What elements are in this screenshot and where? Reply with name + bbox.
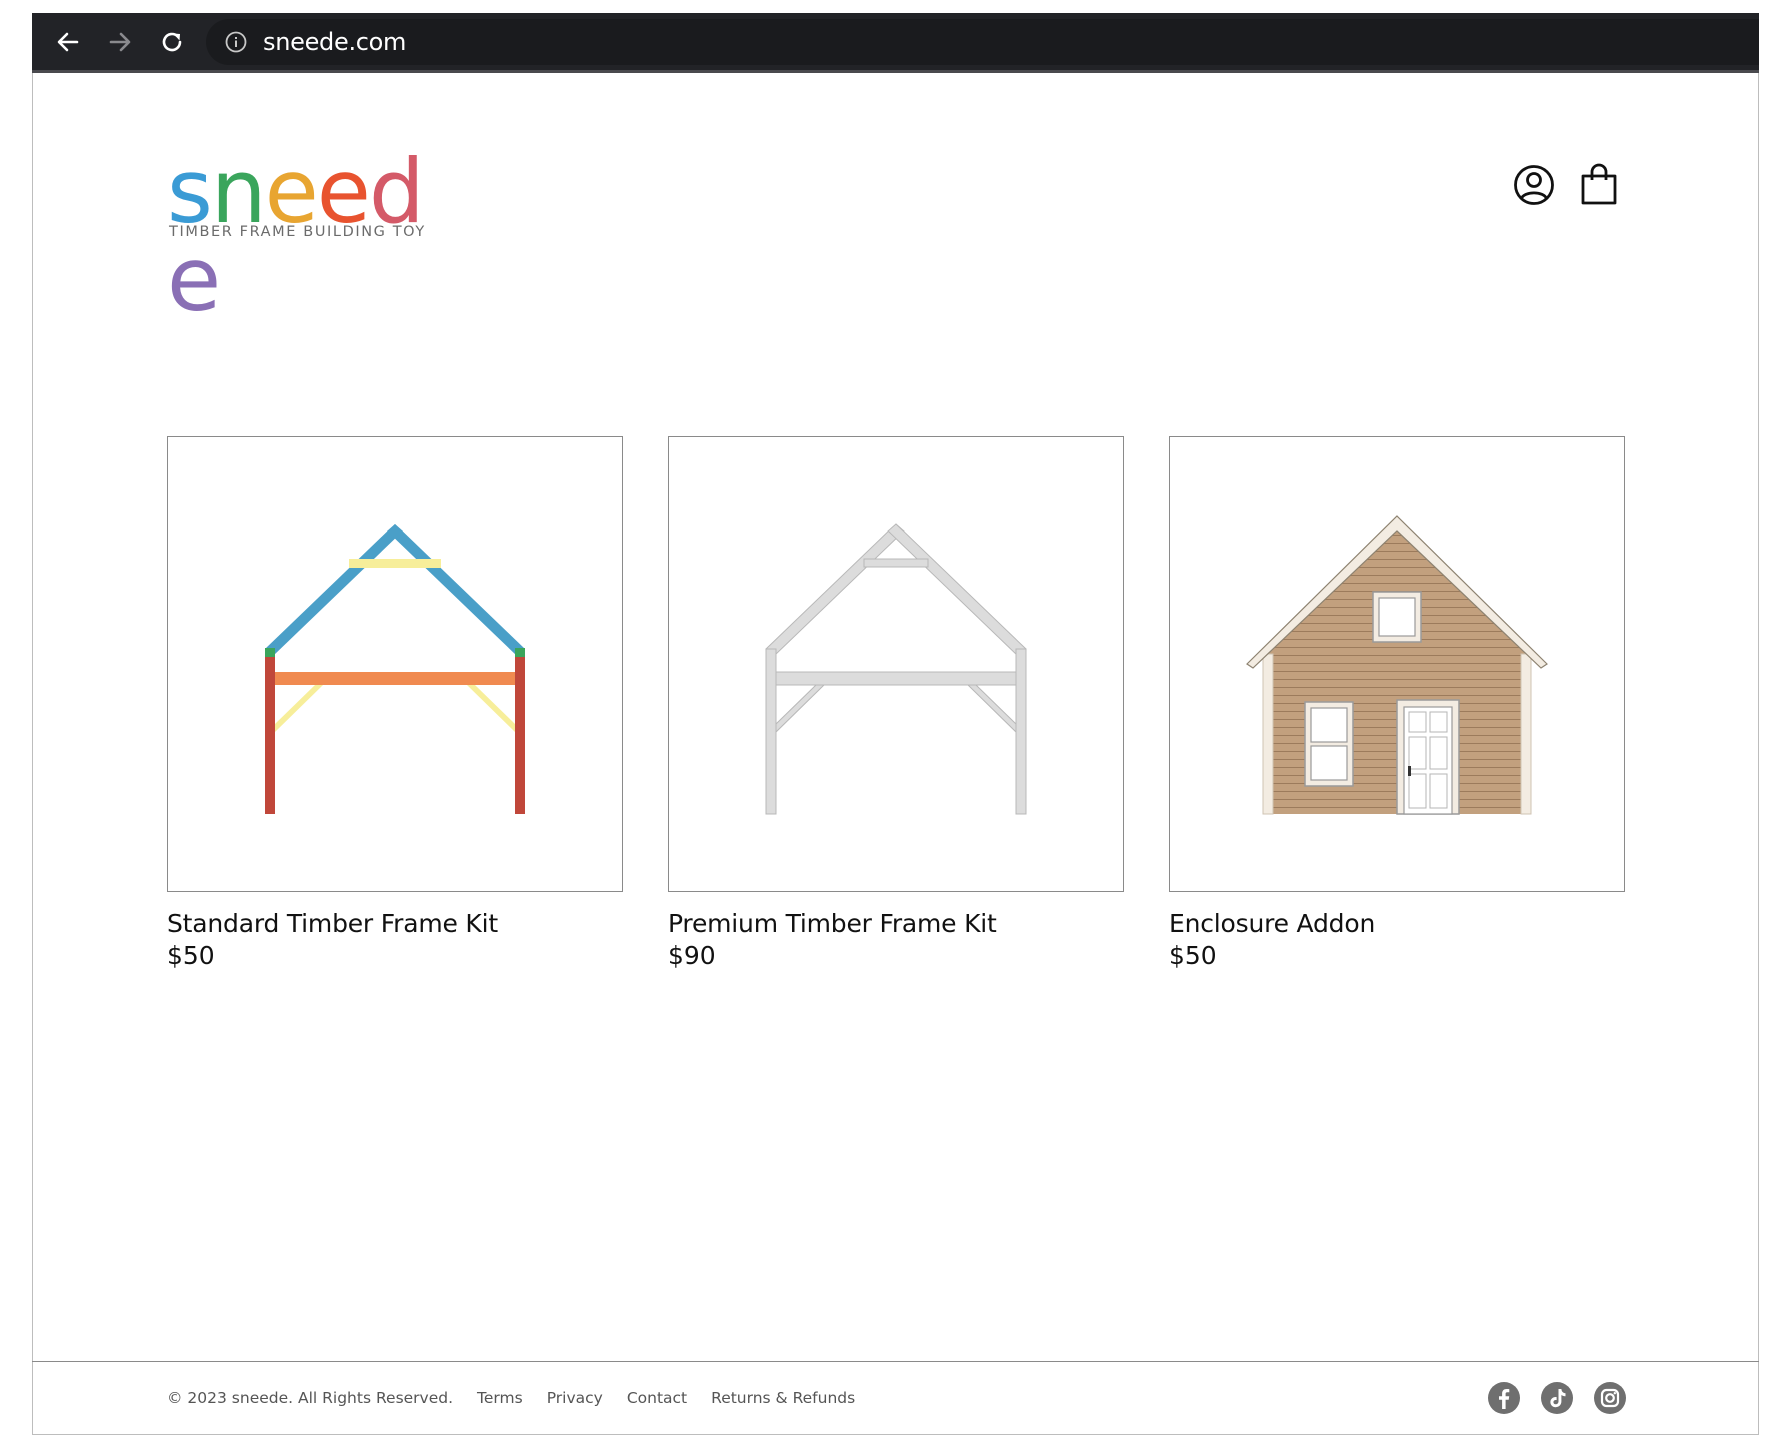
logo-letter: n <box>210 140 267 243</box>
tiktok-icon[interactable] <box>1540 1381 1574 1415</box>
colored-timber-frame-image <box>265 524 525 814</box>
footer-link-privacy[interactable]: Privacy <box>547 1389 603 1407</box>
facebook-icon[interactable] <box>1487 1381 1521 1415</box>
instagram-icon[interactable] <box>1593 1381 1627 1415</box>
shopping-bag-icon[interactable] <box>1577 163 1621 207</box>
url-text[interactable]: sneede.com <box>263 28 406 56</box>
product-card[interactable]: Enclosure Addon $50 <box>1169 436 1625 970</box>
back-arrow-icon[interactable] <box>53 27 83 57</box>
product-price: $90 <box>668 941 716 970</box>
logo-letter: s <box>167 140 213 243</box>
info-icon[interactable] <box>223 29 249 55</box>
product-image[interactable] <box>167 436 623 892</box>
copyright-text: © 2023 sneede. All Rights Reserved. <box>167 1389 454 1407</box>
footer: © 2023 sneede. All Rights Reserved. Term… <box>32 1361 1759 1435</box>
product-name[interactable]: Premium Timber Frame Kit <box>668 909 1124 938</box>
product-name[interactable]: Standard Timber Frame Kit <box>167 909 623 938</box>
reload-icon[interactable] <box>157 27 187 57</box>
product-image[interactable] <box>668 436 1124 892</box>
logo-letter: e <box>167 228 221 331</box>
logo-tagline: TIMBER FRAME BUILDING TOY <box>169 224 426 240</box>
logo[interactable]: sneede TIMBER FRAME BUILDING TOY <box>167 140 439 324</box>
product-price: $50 <box>1169 941 1217 970</box>
product-card[interactable]: Standard Timber Frame Kit $50 <box>167 436 623 970</box>
forward-arrow-icon[interactable] <box>105 27 135 57</box>
footer-links: © 2023 sneede. All Rights Reserved. Term… <box>167 1389 879 1407</box>
product-card[interactable]: Premium Timber Frame Kit $90 <box>668 436 1124 970</box>
footer-link-contact[interactable]: Contact <box>627 1389 687 1407</box>
address-bar[interactable]: sneede.com <box>206 19 1759 65</box>
gray-timber-frame-image <box>765 523 1027 815</box>
footer-link-terms[interactable]: Terms <box>477 1389 523 1407</box>
product-image[interactable] <box>1169 436 1625 892</box>
account-icon[interactable] <box>1512 163 1556 207</box>
footer-link-returns[interactable]: Returns & Refunds <box>711 1389 855 1407</box>
house-enclosure-image <box>1246 515 1548 815</box>
browser-toolbar: sneede.com <box>32 13 1759 73</box>
product-name[interactable]: Enclosure Addon <box>1169 909 1625 938</box>
product-price: $50 <box>167 941 215 970</box>
logo-letter: d <box>368 140 425 243</box>
logo-letter: e <box>264 140 319 243</box>
logo-letter: e <box>316 140 371 243</box>
